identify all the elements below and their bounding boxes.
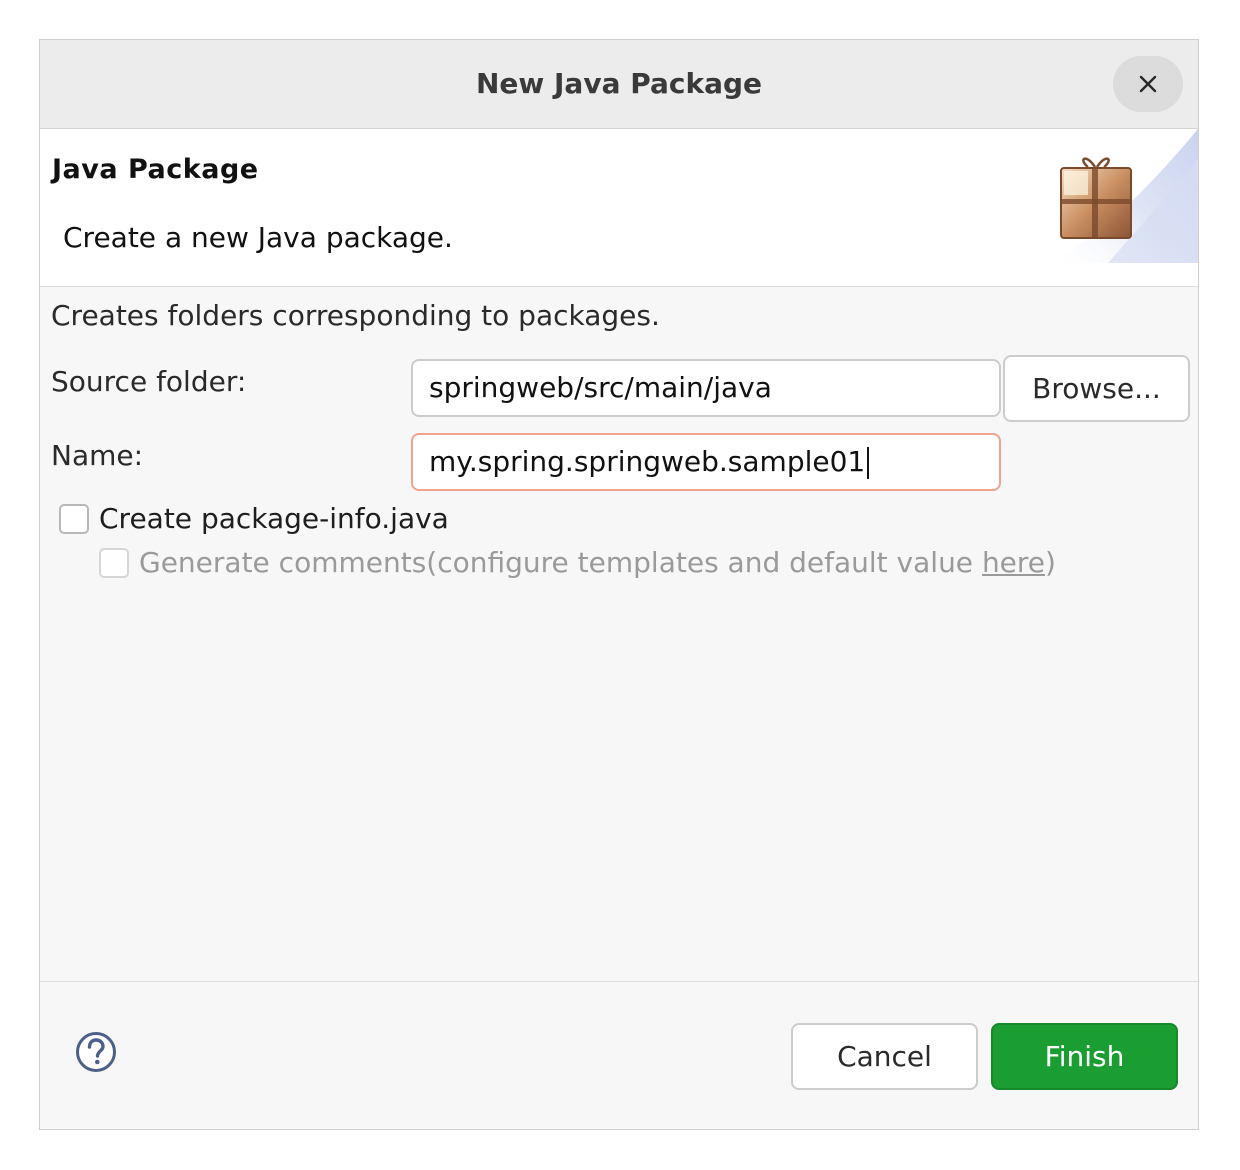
finish-button[interactable]: Finish [991,1023,1178,1090]
page-message: Creates folders corresponding to package… [51,299,660,332]
browse-button[interactable]: Browse... [1003,355,1190,422]
create-package-info-checkbox[interactable] [59,503,89,534]
name-label: Name: [51,439,144,472]
source-folder-label: Source folder: [51,365,247,398]
close-button[interactable] [1113,56,1183,112]
generate-comments-hint-end: ) [1045,546,1056,579]
create-package-info-label: Create package-info.java [99,502,449,535]
wizard-header: Java Package Create a new Java package. [40,129,1198,287]
generate-comments-label: Generate comments [139,546,427,579]
generate-comments-option: Generate comments (configure templates an… [99,546,1056,579]
dialog-title: New Java Package [475,67,763,100]
package-name-field[interactable]: my.spring.springweb.sample01 [411,433,1001,491]
wizard-page-title: Java Package [52,154,259,185]
text-caret [867,447,870,479]
cancel-button[interactable]: Cancel [791,1023,978,1090]
new-java-package-dialog: New Java Package Java Package Create a n… [39,39,1199,1130]
title-bar: New Java Package [40,40,1198,129]
generate-comments-checkbox [99,547,129,578]
wizard-page-description: Create a new Java package. [63,221,453,254]
help-button[interactable] [75,1031,117,1073]
footer-divider [40,981,1198,982]
configure-templates-link[interactable]: here [982,546,1045,579]
create-package-info-option[interactable]: Create package-info.java [59,502,449,535]
help-icon [76,1032,116,1072]
close-icon [1139,75,1157,93]
generate-comments-hint: (configure templates and default value [426,546,982,579]
package-name-value: my.spring.springweb.sample01 [429,445,866,478]
source-folder-field[interactable]: springweb/src/main/java [411,359,1001,417]
package-icon [1048,129,1198,263]
